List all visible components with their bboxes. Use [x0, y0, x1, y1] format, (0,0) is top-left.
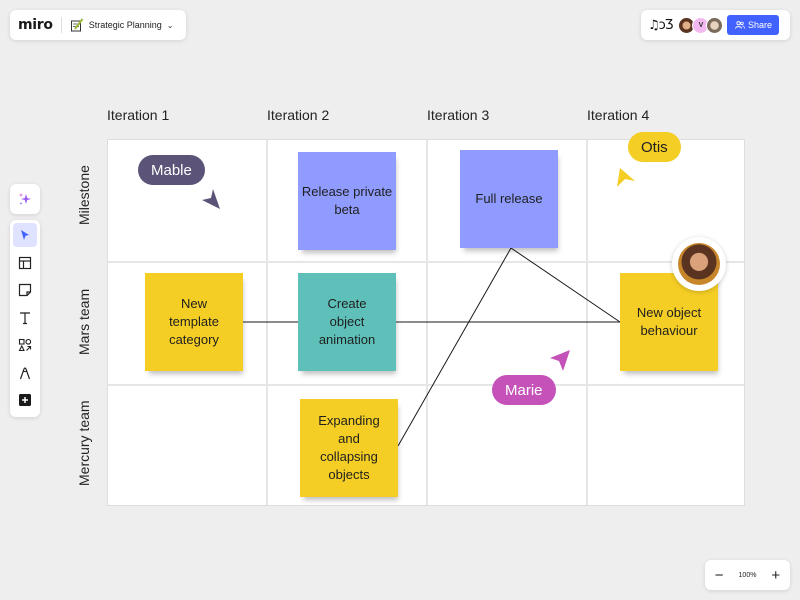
ai-assist-button[interactable]: [10, 184, 40, 214]
collaborator-avatars[interactable]: V: [678, 16, 724, 34]
sparkles-icon: [19, 193, 31, 205]
avatar: [678, 243, 720, 285]
select-tool[interactable]: [13, 223, 37, 247]
grid-line: [108, 384, 744, 386]
plus-square-icon: [19, 394, 31, 406]
row-header: Mercury team: [76, 400, 92, 486]
column-header: Iteration 2: [267, 107, 330, 123]
cursor-pointer-icon: [617, 168, 635, 187]
avatar[interactable]: [706, 16, 724, 34]
left-toolbar: [10, 220, 40, 417]
cursor-icon: [21, 230, 29, 240]
sticky-note-icon: [18, 283, 32, 297]
sticky-note-tool[interactable]: [13, 278, 37, 302]
share-button[interactable]: Share: [727, 15, 780, 35]
zoom-controls: − 100% +: [705, 560, 790, 590]
cursor-label-mable: Mable: [138, 155, 205, 185]
divider: [60, 17, 62, 33]
reactions-icon[interactable]: ♫ͻƷ: [648, 18, 673, 33]
zoom-in-button[interactable]: +: [767, 567, 785, 584]
notepad-pencil-icon: [70, 18, 84, 32]
cursor-pointer-icon: [550, 350, 570, 371]
grid-line: [266, 140, 268, 505]
chevron-down-icon[interactable]: ⌄: [167, 21, 174, 30]
more-tools-button[interactable]: [13, 388, 37, 412]
sticky-note-full-release[interactable]: Full release: [460, 150, 558, 248]
sticky-note-release-private-beta[interactable]: Release private beta: [298, 152, 396, 250]
sticky-note-create-object-animation[interactable]: Create object animation: [298, 273, 396, 371]
text-icon: [20, 311, 30, 324]
cursor-label-marie: Marie: [492, 375, 556, 405]
column-header: Iteration 3: [427, 107, 490, 123]
comment-avatar[interactable]: [672, 237, 726, 291]
zoom-level[interactable]: 100%: [739, 572, 757, 579]
collaboration-bar: ♫ͻƷ V Share: [641, 10, 790, 40]
sticky-note-expanding-collapsing-objects[interactable]: Expanding and collapsing objects: [300, 399, 398, 497]
users-icon: [735, 21, 745, 29]
shapes-icon: [18, 338, 32, 352]
board-header: miro Strategic Planning ⌄: [10, 10, 186, 40]
text-tool[interactable]: [13, 306, 37, 330]
sticky-note-new-template-category[interactable]: New template category: [145, 273, 243, 371]
cursor-pointer-icon: [202, 189, 220, 209]
grid-line: [108, 261, 744, 263]
zoom-out-button[interactable]: −: [710, 567, 728, 584]
grid-line: [426, 140, 428, 505]
pen-icon: [19, 366, 31, 379]
pen-tool[interactable]: [13, 361, 37, 385]
column-header: Iteration 4: [587, 107, 650, 123]
layout-icon: [18, 256, 32, 269]
miro-logo[interactable]: miro: [18, 17, 53, 33]
board-title[interactable]: Strategic Planning: [89, 20, 162, 30]
row-header: Mars team: [76, 288, 92, 355]
grid-line: [586, 140, 588, 505]
templates-tool[interactable]: [13, 251, 37, 275]
share-label: Share: [747, 20, 772, 30]
column-header: Iteration 1: [107, 107, 170, 123]
row-header: Milestone: [76, 165, 92, 225]
shapes-tool[interactable]: [13, 333, 37, 357]
cursor-label-otis: Otis: [628, 132, 681, 162]
